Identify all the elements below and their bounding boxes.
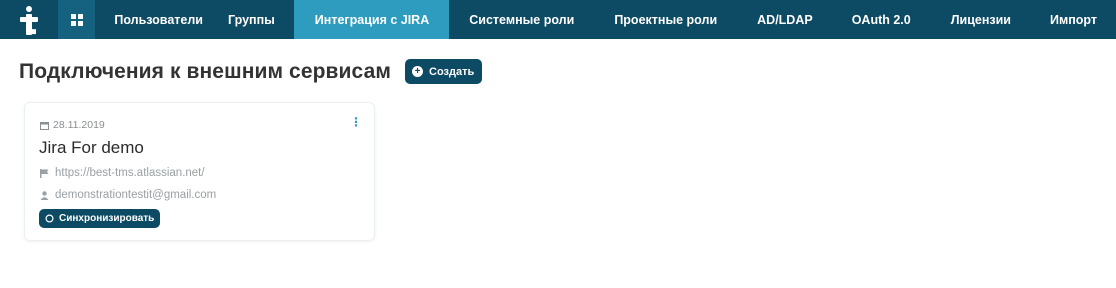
flag-icon xyxy=(40,168,49,178)
create-button-label: Создать xyxy=(429,65,475,78)
page-header: Подключения к внешним сервисам + Создать xyxy=(19,59,483,84)
nav-item-ad-ldap[interactable]: AD/LDAP xyxy=(736,0,832,39)
user-icon xyxy=(40,190,49,200)
card-url: https://best-tms.atlassian.net/ xyxy=(55,167,205,179)
logo-icon xyxy=(19,5,38,35)
nav-item-users[interactable]: Пользователи xyxy=(95,0,222,39)
main-nav: Пользователи Группы Интеграция с JIRA Си… xyxy=(95,0,1116,39)
sync-button-label: Синхронизировать xyxy=(59,213,155,224)
create-button[interactable]: + Создать xyxy=(405,59,483,84)
card-user-row: demonstrationtestit@gmail.com xyxy=(40,189,216,201)
card-url-row: https://best-tms.atlassian.net/ xyxy=(40,167,205,179)
nav-item-groups[interactable]: Группы xyxy=(222,0,294,39)
card-title: Jira For demo xyxy=(39,138,144,157)
app-logo[interactable] xyxy=(0,0,58,39)
card-user: demonstrationtestit@gmail.com xyxy=(55,189,217,201)
nav-item-oauth[interactable]: OAuth 2.0 xyxy=(832,0,930,39)
nav-item-licenses[interactable]: Лицензии xyxy=(930,0,1030,39)
card-date-text: 28.11.2019 xyxy=(53,119,105,131)
nav-item-import[interactable]: Импорт xyxy=(1030,0,1116,39)
page-title: Подключения к внешним сервисам xyxy=(19,59,392,83)
top-navigation-bar: Пользователи Группы Интеграция с JIRA Си… xyxy=(0,0,1116,39)
calendar-icon xyxy=(40,121,49,130)
nav-item-system-roles[interactable]: Системные роли xyxy=(449,0,593,39)
sync-button[interactable]: Синхронизировать xyxy=(39,209,161,228)
card-menu-icon[interactable]: ⋮ xyxy=(350,116,362,128)
connection-card[interactable]: 28.11.2019 ⋮ Jira For demo https://best-… xyxy=(24,102,375,241)
apps-menu-button[interactable] xyxy=(57,0,96,39)
grid-icon xyxy=(70,13,83,26)
sync-icon xyxy=(45,214,54,223)
nav-item-project-roles[interactable]: Проектные роли xyxy=(593,0,736,39)
card-date: 28.11.2019 xyxy=(40,119,105,131)
plus-icon: + xyxy=(412,66,424,77)
nav-item-jira-integration[interactable]: Интеграция с JIRA xyxy=(293,0,450,39)
